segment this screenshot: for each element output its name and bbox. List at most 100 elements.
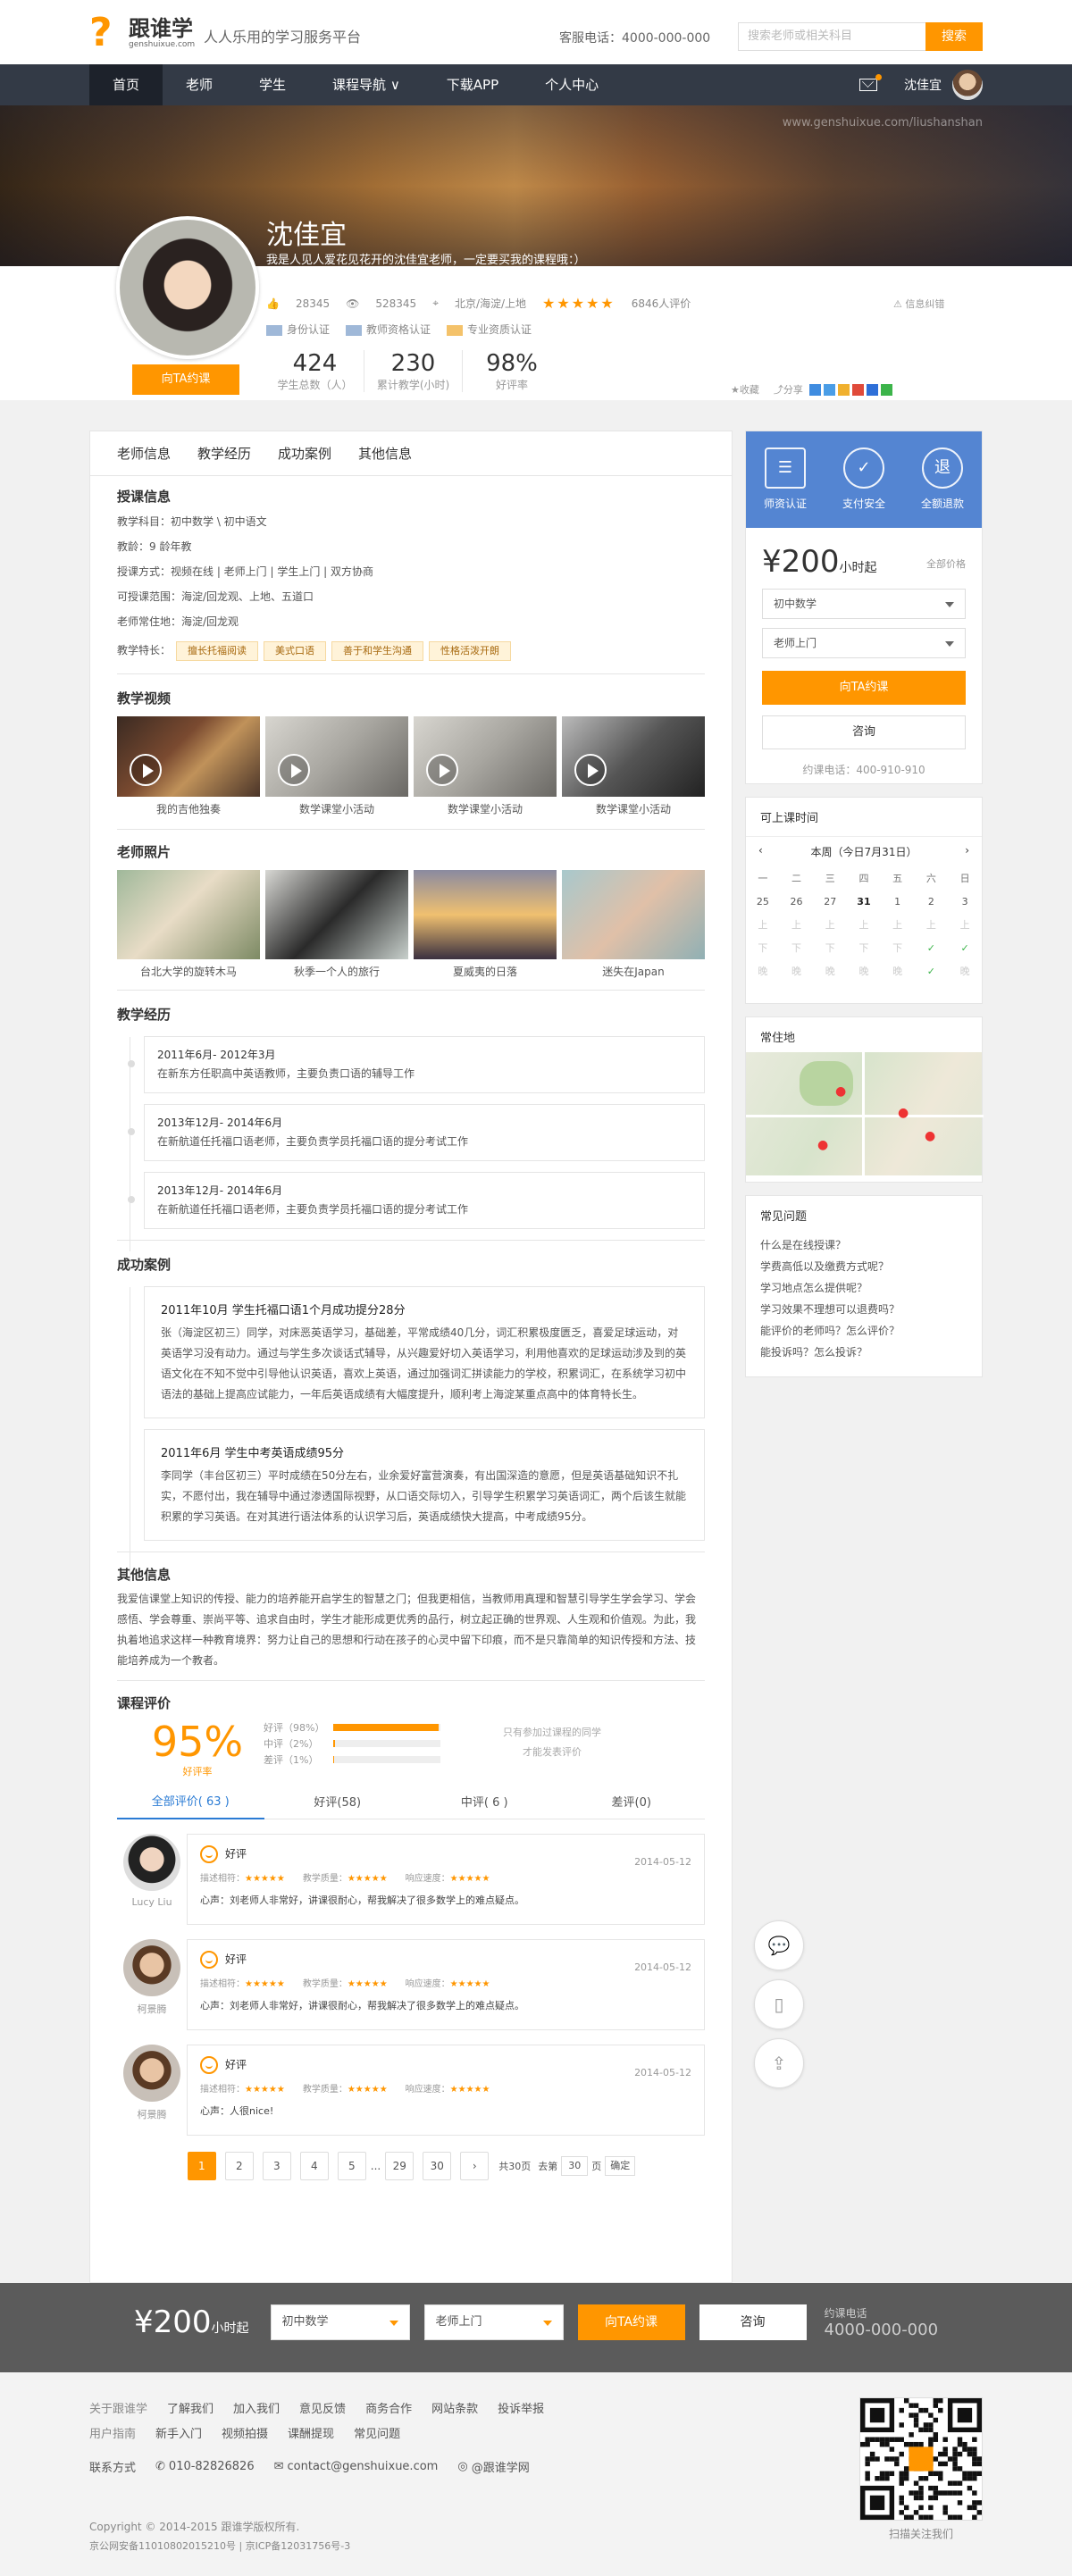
nav-avatar[interactable] [952, 70, 983, 100]
page-goto-button[interactable]: 确定 [605, 2156, 636, 2176]
mail-icon[interactable] [859, 74, 882, 91]
faq-link[interactable]: 什么是在线授课？ [746, 1234, 982, 1256]
photo-item[interactable]: 秋季一个人的旅行 [265, 870, 408, 979]
slot-cell: 下 [892, 942, 903, 954]
review-tab-good[interactable]: 好评(58) [264, 1788, 412, 1819]
location-map[interactable]: ● ● ● ● [746, 1052, 984, 1175]
badge-icon [447, 324, 464, 336]
section-title: 教学视频 [117, 690, 172, 707]
footer-link[interactable]: 课酬提现 [288, 2424, 334, 2441]
book-button[interactable]: 向TA约课 [762, 671, 966, 705]
bar-subject-select[interactable]: 初中数学 [270, 2304, 410, 2340]
page-button[interactable]: 30 [423, 2152, 452, 2180]
review-tab-mid[interactable]: 中评( 6 ) [411, 1788, 558, 1819]
photo-item[interactable]: 台北大学的旋转木马 [117, 870, 260, 979]
all-price-link[interactable]: 全部价格 [926, 556, 966, 571]
play-icon[interactable] [278, 754, 310, 786]
slogan: 人人乐用的学习服务平台 [204, 29, 362, 46]
page-goto-input[interactable]: 30 [561, 2156, 589, 2176]
video-item[interactable]: 数学课堂小活动 [562, 716, 705, 816]
page-button[interactable]: 2 [224, 2152, 254, 2180]
footer-link[interactable]: 视频拍摄 [222, 2424, 268, 2441]
nav-students[interactable]: 学生 [236, 64, 309, 105]
teacher-numbers: 424 学生总数（人） 230 累计教学(小时) 98% 好评率 [266, 350, 561, 392]
play-icon[interactable] [574, 754, 607, 786]
faq-link[interactable]: 能投诉吗？怎么投诉？ [746, 1342, 982, 1363]
review-tab-bad[interactable]: 差评(0) [558, 1788, 706, 1819]
faq-link[interactable]: 学习效果不理想可以退费吗？ [746, 1299, 982, 1320]
info-line: 教龄：9 龄年教 [117, 540, 192, 553]
search-input[interactable]: 搜索老师或相关科目 [738, 22, 925, 51]
video-item[interactable]: 数学课堂小活动 [265, 716, 408, 816]
faq-link[interactable]: 学费高低以及缴费方式呢？ [746, 1256, 982, 1277]
share-sina-icon[interactable] [851, 383, 864, 396]
footer-email[interactable]: contact@genshuixue.com [288, 2460, 439, 2473]
bar-consult-button[interactable]: 咨询 [699, 2304, 807, 2340]
page-button[interactable]: 4 [299, 2152, 329, 2180]
page-button[interactable]: 29 [385, 2152, 415, 2180]
video-item[interactable]: 我的吉他独奏 [117, 716, 260, 816]
share-weibo-icon[interactable] [837, 383, 850, 396]
profile-url: www.genshuixue.com/liushanshan [782, 116, 983, 130]
nav-download-app[interactable]: 下载APP [423, 64, 522, 105]
footer-link[interactable]: 新手入门 [155, 2424, 202, 2441]
footer-link[interactable]: 投诉举报 [498, 2399, 544, 2416]
nav-username[interactable]: 沈佳宜 [904, 76, 942, 94]
method-select[interactable]: 老师上门 [762, 628, 966, 658]
share-bar: ★ 收藏 ⤴ 分享 [731, 382, 892, 397]
share-wechat-icon[interactable] [880, 383, 892, 396]
next-week-icon[interactable]: › [965, 844, 969, 859]
search-button[interactable]: 搜索 [925, 22, 983, 51]
tab-teacher-info[interactable]: 老师信息 [117, 431, 171, 475]
tab-other[interactable]: 其他信息 [358, 431, 412, 475]
chat-float-button[interactable]: 💬 [754, 1920, 804, 1970]
hire-button[interactable]: 向TA约课 [132, 364, 239, 395]
tab-cases[interactable]: 成功案例 [278, 431, 331, 475]
mobile-float-button[interactable]: ▯ [754, 1979, 804, 2029]
share-renren-icon[interactable] [866, 383, 878, 396]
footer-weibo[interactable]: @跟谁学网 [472, 2458, 530, 2475]
bar-book-button[interactable]: 向TA约课 [577, 2304, 685, 2340]
review-tab-all[interactable]: 全部评价( 63 ) [117, 1787, 264, 1819]
bar-method-select[interactable]: 老师上门 [423, 2304, 564, 2340]
footer-link[interactable]: 商务合作 [365, 2399, 412, 2416]
page-button[interactable]: 1 [187, 2152, 216, 2180]
booking-phone: 约课电话：400-910-910 [802, 764, 925, 776]
top-float-button[interactable]: ⇪ [754, 2038, 804, 2088]
favorite-link[interactable]: 收藏 [740, 382, 759, 397]
page-button[interactable]: 5 [337, 2152, 366, 2180]
page-button[interactable]: 3 [262, 2152, 291, 2180]
date-label: 1 [894, 895, 901, 907]
footer-link[interactable]: 加入我们 [233, 2399, 280, 2416]
consult-button[interactable]: 咨询 [762, 715, 966, 749]
share-qzone-icon[interactable] [808, 383, 821, 396]
prev-week-icon[interactable]: ‹ [758, 844, 763, 859]
photo-item[interactable]: 迷失在Japan [562, 870, 705, 979]
faq-link[interactable]: 学习地点怎么提供呢？ [746, 1277, 982, 1299]
play-icon[interactable] [130, 754, 162, 786]
footer-link[interactable]: 常见问题 [354, 2424, 400, 2441]
price: ¥200小时起 全部价格 [762, 544, 966, 580]
cases-section: 成功案例 2011年10月 学生托福口语1个月成功提分28分 张（海淀区初三）同学… [117, 1255, 705, 1582]
next-page-button[interactable]: › [460, 2152, 490, 2180]
nav-teachers[interactable]: 老师 [163, 64, 236, 105]
tab-experience[interactable]: 教学经历 [197, 431, 251, 475]
video-item[interactable]: 数学课堂小活动 [414, 716, 557, 816]
section-title: 教学经历 [117, 1007, 172, 1023]
mail-icon: ✉ [273, 2460, 284, 2473]
footer-link[interactable]: 了解我们 [167, 2399, 214, 2416]
share-tqq-icon[interactable] [823, 383, 835, 396]
photo-item[interactable]: 夏威夷的日落 [414, 870, 557, 979]
footer-link[interactable]: 网站条款 [431, 2399, 478, 2416]
nav-courses[interactable]: 课程导航 ∨ [309, 64, 423, 105]
logo[interactable]: ? 跟谁学 genshuixue.com [89, 13, 195, 54]
subject-select[interactable]: 初中数学 [762, 589, 966, 619]
nav-personal-center[interactable]: 个人中心 [522, 64, 622, 105]
certificate-icon [346, 324, 363, 336]
nav-home[interactable]: 首页 [89, 64, 163, 105]
other-text: 我爱信课堂上知识的传授、能力的培养能开启学生的智慧之门；但我更相信，当教师用真理… [117, 1593, 697, 1667]
play-icon[interactable] [426, 754, 458, 786]
report-link[interactable]: ⚠ 信息纠错 [893, 297, 944, 311]
faq-link[interactable]: 能评价的老师吗？怎么评价？ [746, 1320, 982, 1342]
footer-link[interactable]: 意见反馈 [299, 2399, 346, 2416]
